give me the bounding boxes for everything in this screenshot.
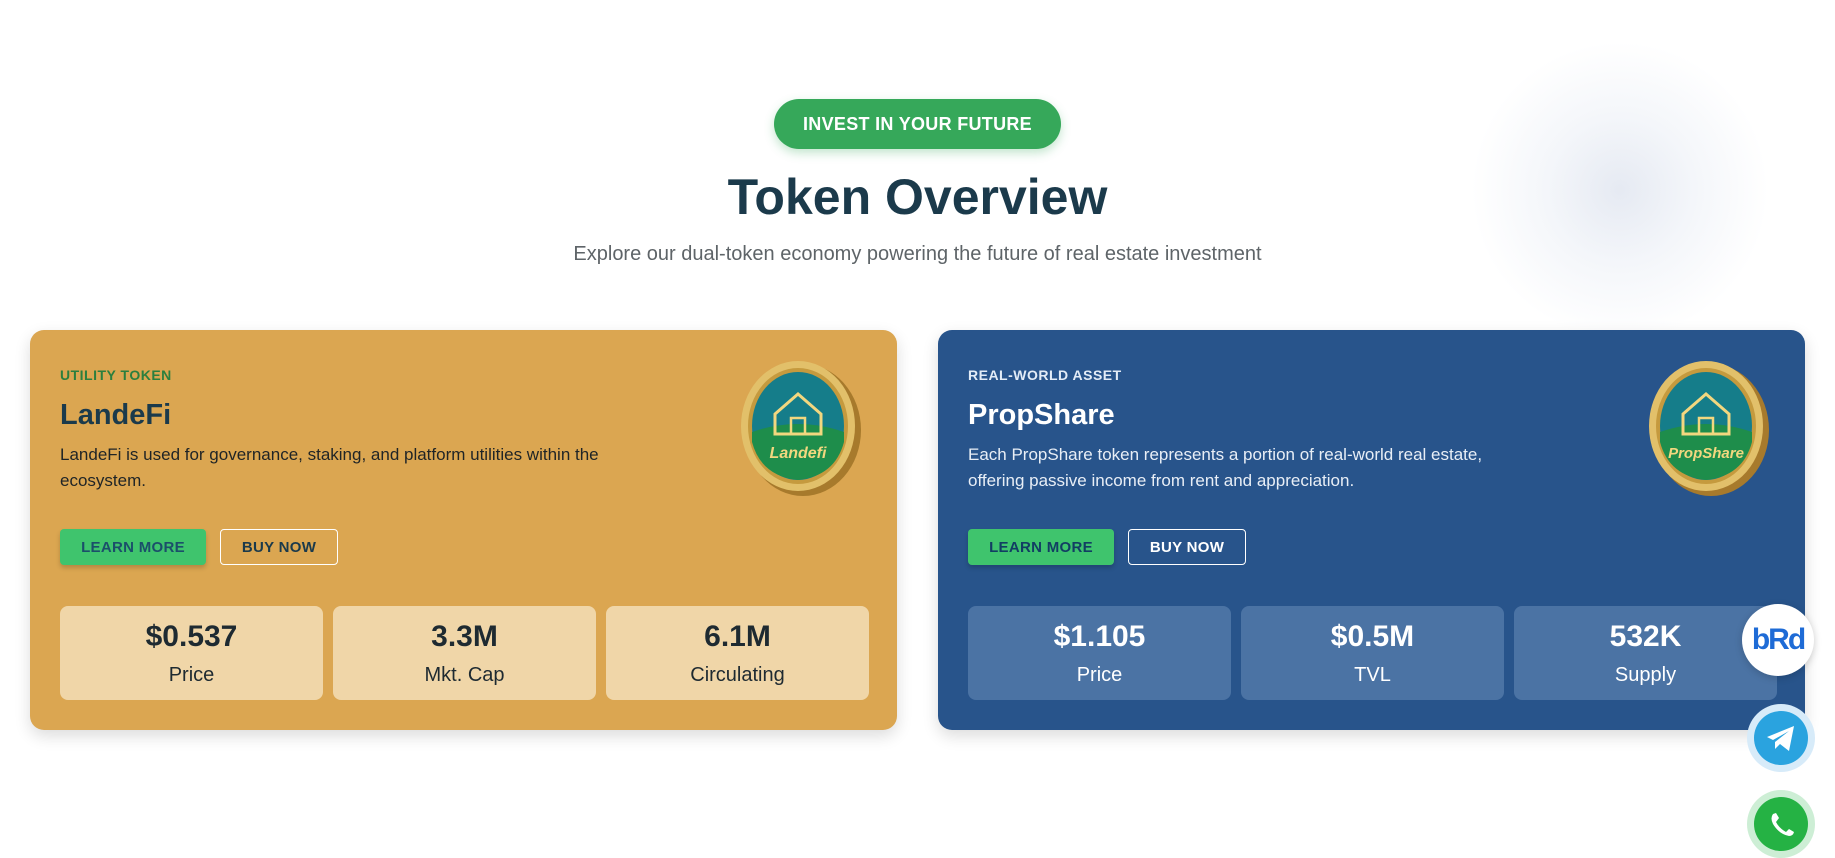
learn-more-button[interactable]: LEARN MORE — [968, 529, 1114, 565]
learn-more-button[interactable]: LEARN MORE — [60, 529, 206, 565]
whatsapp-icon — [1754, 797, 1808, 851]
stat-value: $0.5M — [1330, 620, 1415, 653]
stat-price: $0.537 Price — [60, 606, 323, 700]
propshare-coin-logo: PropShare — [1649, 361, 1769, 496]
coin-label: PropShare — [1668, 445, 1744, 462]
propshare-token-card: REAL-WORLD ASSET PropShare Each PropShar… — [938, 330, 1805, 730]
coin-label: Landefi — [770, 445, 827, 462]
buy-now-button[interactable]: BUY NOW — [220, 529, 338, 565]
landefi-coin-logo: Landefi — [741, 361, 861, 496]
stat-label: TVL — [1354, 664, 1391, 686]
stat-label: Supply — [1614, 664, 1677, 686]
stat-value: 6.1M — [704, 620, 771, 653]
telegram-icon — [1754, 711, 1808, 765]
invest-badge: INVEST IN YOUR FUTURE — [774, 99, 1061, 149]
brd-logo: bRd — [1751, 623, 1806, 656]
stat-label: Mkt. Cap — [424, 664, 505, 686]
brd-chat-button[interactable]: bRd — [1742, 604, 1814, 676]
buy-now-button[interactable]: BUY NOW — [1128, 529, 1246, 565]
telegram-button[interactable] — [1747, 704, 1815, 772]
stat-label: Price — [1076, 664, 1123, 686]
page-title: Token Overview — [727, 169, 1108, 225]
page-subtitle: Explore our dual-token economy powering … — [573, 243, 1262, 265]
token-tag: UTILITY TOKEN — [60, 367, 172, 383]
token-description: Each PropShare token represents a portio… — [968, 445, 1483, 490]
whatsapp-button[interactable] — [1747, 790, 1815, 858]
stat-value: 532K — [1609, 620, 1682, 653]
stat-label: Circulating — [690, 664, 785, 686]
stat-supply: 532K Supply — [1514, 606, 1777, 700]
stat-price: $1.105 Price — [968, 606, 1231, 700]
token-tag: REAL-WORLD ASSET — [968, 367, 1122, 383]
stat-value: $1.105 — [1053, 620, 1146, 653]
stat-value: 3.3M — [431, 620, 498, 653]
stat-label: Price — [168, 664, 215, 686]
stat-market-cap: 3.3M Mkt. Cap — [333, 606, 596, 700]
landefi-token-card: UTILITY TOKEN LandeFi LandeFi is used fo… — [30, 330, 897, 730]
token-name: PropShare — [968, 399, 1115, 431]
token-description: LandeFi is used for governance, staking,… — [60, 445, 599, 490]
token-name: LandeFi — [60, 399, 172, 431]
stat-circulating: 6.1M Circulating — [606, 606, 869, 700]
stat-value: $0.537 — [145, 620, 238, 653]
stat-tvl: $0.5M TVL — [1241, 606, 1504, 700]
